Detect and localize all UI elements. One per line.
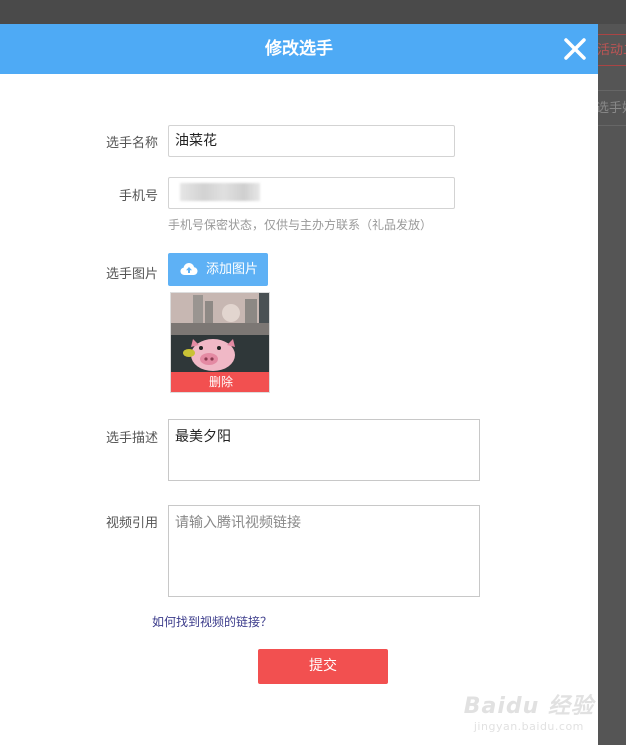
video-label: 视频引用 <box>105 516 158 531</box>
video-link-help[interactable]: 如何找到视频的链接？ <box>152 613 272 630</box>
watermark: Baidu 经验 jingyan.baidu.com <box>464 688 594 733</box>
phone-label: 手机号 <box>118 189 158 204</box>
background-column-header: 选手姓名 <box>596 90 626 126</box>
modal-title: 修改选手 <box>265 39 333 59</box>
watermark-brand: Baidu 经验 <box>463 694 594 719</box>
watermark-url: jingyan.baidu.com <box>473 720 584 733</box>
add-image-button[interactable]: 添加图片 <box>168 253 268 286</box>
edit-player-modal: 修改选手 选手名称 油菜花 手机号 手机号保密状态，仅供与主办方联系（礼品发放）… <box>0 24 598 745</box>
background-tab: 活动二 <box>596 34 626 66</box>
video-link-textarea[interactable]: 请输入腾讯视频链接 <box>168 505 480 597</box>
cloud-upload-icon <box>180 262 198 275</box>
phone-redacted <box>180 183 260 201</box>
player-photo-thumbnail: 删除 <box>170 292 270 393</box>
delete-photo-button[interactable]: 删除 <box>171 372 269 392</box>
description-textarea[interactable]: 最美夕阳 <box>168 419 480 481</box>
photo-label: 选手图片 <box>105 267 158 282</box>
photo-image <box>171 293 269 374</box>
name-label: 选手名称 <box>105 136 158 151</box>
description-label: 选手描述 <box>105 431 158 446</box>
close-icon[interactable] <box>562 36 588 62</box>
modal-header: 修改选手 <box>0 24 598 74</box>
submit-button[interactable]: 提交 <box>258 649 388 684</box>
add-image-label: 添加图片 <box>206 262 259 277</box>
name-input[interactable]: 油菜花 <box>168 125 455 157</box>
phone-hint: 手机号保密状态，仅供与主办方联系（礼品发放） <box>168 218 433 232</box>
